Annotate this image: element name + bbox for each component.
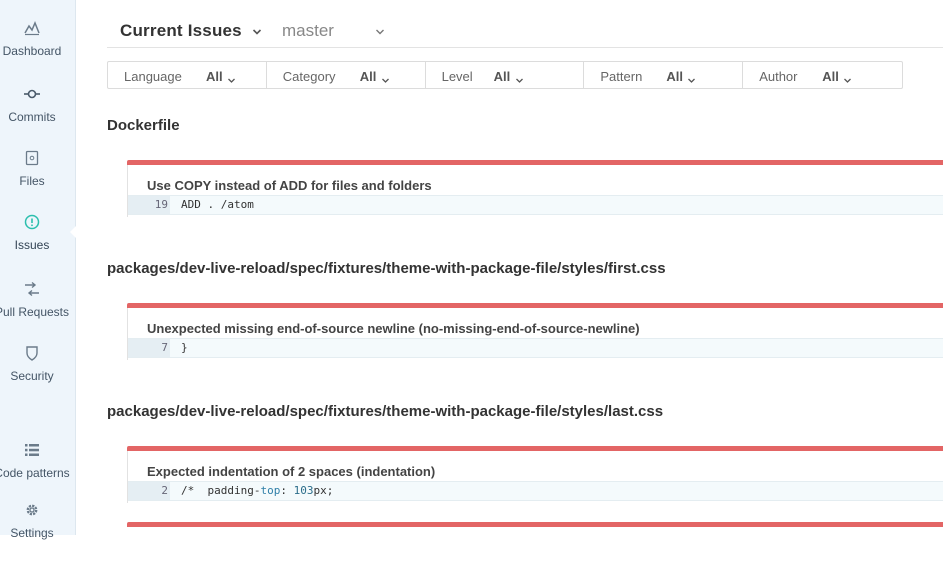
- sidebar-item-label: Security: [10, 369, 54, 383]
- code-token: /* padding-: [181, 484, 261, 497]
- sidebar-item-code-patterns[interactable]: Code patterns: [0, 442, 76, 502]
- code-token: px;: [313, 484, 334, 497]
- sidebar-item-label: Issues: [14, 238, 50, 252]
- code-line: ADD . /atom: [181, 198, 254, 211]
- file-path-heading[interactable]: packages/dev-live-reload/spec/fixtures/t…: [107, 403, 663, 420]
- list-icon: [24, 442, 40, 458]
- code-token-number: 103: [293, 484, 314, 497]
- issue-body: Use COPY instead of ADD for files and fo…: [127, 165, 943, 217]
- issue-message[interactable]: Use COPY instead of ADD for files and fo…: [147, 178, 432, 193]
- filter-value[interactable]: All: [206, 69, 223, 84]
- issue-body: Unexpected missing end-of-source newline…: [127, 308, 943, 360]
- sidebar-item-security[interactable]: Security: [0, 345, 76, 405]
- page-title-dropdown[interactable]: Current Issues: [120, 21, 242, 41]
- filter-label: Pattern: [600, 69, 643, 84]
- code-token-property: top: [260, 484, 281, 497]
- chevron-down-icon[interactable]: [687, 72, 696, 83]
- code-snippet: 7 }: [128, 338, 943, 358]
- sidebar-item-label: Dashboard: [2, 44, 62, 58]
- file-path-heading[interactable]: Dockerfile: [107, 117, 180, 134]
- file-path-heading[interactable]: packages/dev-live-reload/spec/fixtures/t…: [107, 260, 666, 277]
- pull-request-icon: [24, 281, 40, 297]
- line-number: 19: [128, 196, 170, 214]
- filter-value[interactable]: All: [666, 69, 683, 84]
- chevron-down-icon[interactable]: [374, 25, 386, 37]
- sidebar-item-issues[interactable]: Issues: [0, 214, 76, 274]
- gear-icon: [24, 502, 40, 518]
- sidebar-item-label: Code patterns: [0, 466, 70, 480]
- filter-label: Language: [124, 69, 182, 84]
- issue-message[interactable]: Expected indentation of 2 spaces (indent…: [147, 464, 435, 479]
- chevron-down-icon[interactable]: [251, 25, 263, 37]
- sidebar-item-label: Files: [19, 174, 45, 188]
- filter-value[interactable]: All: [360, 69, 377, 84]
- filter-label: Author: [759, 69, 798, 84]
- issue-message[interactable]: Unexpected missing end-of-source newline…: [147, 321, 640, 336]
- chevron-down-icon[interactable]: [843, 72, 852, 83]
- header: Current Issues master: [107, 0, 943, 48]
- chevron-down-icon[interactable]: [227, 72, 236, 83]
- code-token: :: [280, 484, 294, 497]
- sidebar-item-pull-requests[interactable]: Pull Requests: [0, 281, 76, 341]
- main-content: Current Issues master Language All Categ…: [76, 0, 943, 535]
- sidebar-item-label: Commits: [8, 110, 56, 124]
- filter-category[interactable]: Category All: [267, 62, 426, 88]
- filter-level[interactable]: Level All: [426, 62, 585, 88]
- chevron-down-icon[interactable]: [515, 72, 524, 83]
- sidebar-item-label: Settings: [10, 526, 54, 540]
- filter-label: Category: [282, 69, 336, 84]
- sidebar-item-files[interactable]: Files: [0, 150, 76, 210]
- code-snippet: 19 ADD . /atom: [128, 195, 943, 215]
- line-number: 2: [128, 482, 170, 500]
- filter-value[interactable]: All: [494, 69, 511, 84]
- filter-pattern[interactable]: Pattern All: [584, 62, 744, 88]
- line-number: 7: [128, 339, 170, 357]
- alert-circle-icon: [24, 214, 40, 230]
- file-icon: [24, 150, 40, 166]
- filter-value[interactable]: All: [822, 69, 839, 84]
- sidebar-item-settings[interactable]: Settings: [0, 502, 76, 562]
- code-line: }: [181, 341, 188, 354]
- issue-body: Expected indentation of 2 spaces (indent…: [127, 451, 943, 503]
- sidebar: Dashboard Commits Files Issues Pull Requ…: [0, 0, 77, 540]
- filter-label: Level: [441, 69, 473, 84]
- sidebar-item-dashboard[interactable]: Dashboard: [0, 20, 76, 80]
- filter-bar: Language All Category All Level All Patt…: [107, 61, 903, 89]
- sidebar-item-label: Pull Requests: [0, 305, 70, 319]
- dashboard-icon: [24, 20, 40, 36]
- filter-language[interactable]: Language All: [108, 62, 267, 88]
- branch-selector[interactable]: master: [282, 21, 334, 41]
- sidebar-item-commits[interactable]: Commits: [0, 86, 76, 146]
- code-snippet: 2 /* padding-top: 103px;: [128, 481, 943, 501]
- commit-icon: [24, 86, 40, 102]
- chevron-down-icon[interactable]: [381, 72, 390, 83]
- shield-icon: [24, 345, 40, 361]
- severity-bar: [127, 522, 943, 527]
- filter-author[interactable]: Author All: [743, 62, 902, 88]
- code-line: /* padding-top: 103px;: [181, 482, 333, 500]
